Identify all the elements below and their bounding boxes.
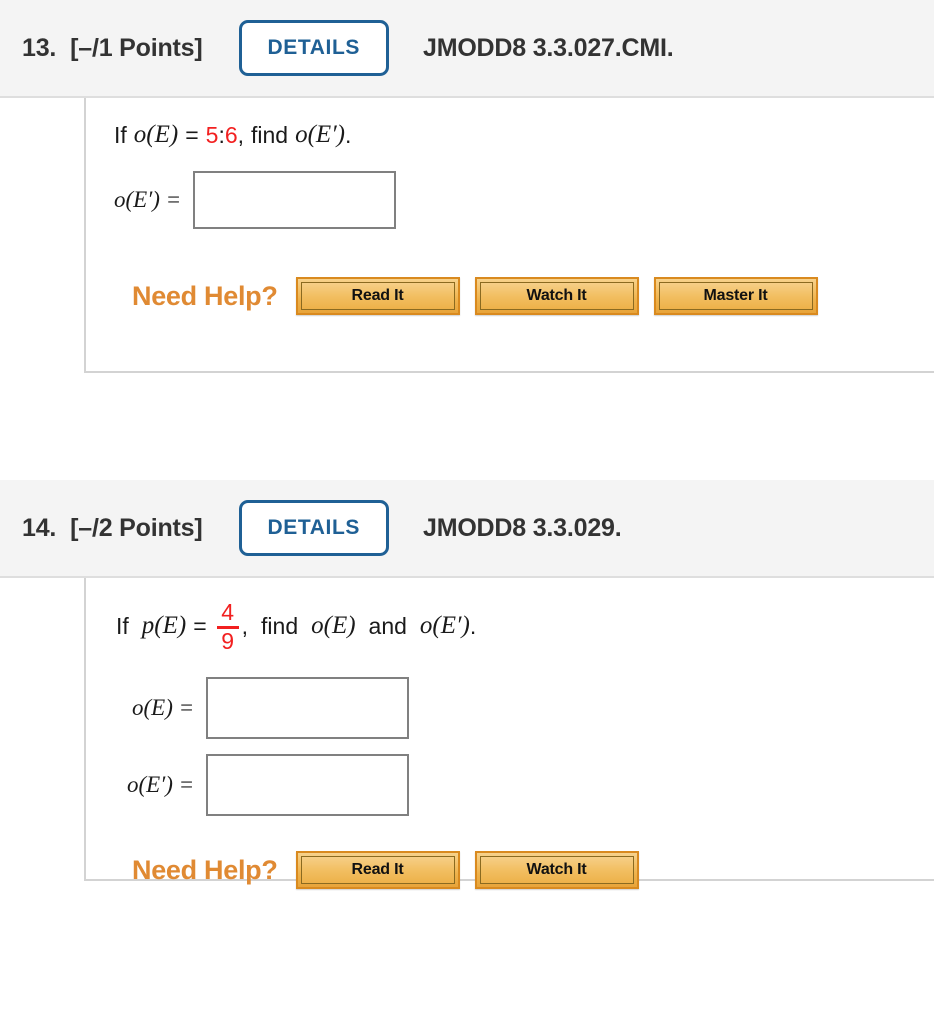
question-points: [–/2 Points] [70,513,203,542]
prompt-find: find [261,612,299,639]
question-code: JMODD8 3.3.029. [422,513,622,542]
answer-input-oe-prime[interactable] [206,754,410,817]
need-help-label: Need Help? [132,280,278,311]
prompt-lead: If [116,612,129,639]
prompt-function: o(E) [133,121,179,148]
read-it-label: Read It [351,861,404,879]
prompt-target-2: o(E′) [419,612,470,640]
answer-label: o(E) = [132,695,195,721]
question-block-13: 13. [–/1 Points] DETAILS JMODD8 3.3.027.… [0,0,934,373]
prompt-find: find [251,121,289,148]
prompt-and: and [368,612,407,639]
prompt-comma: , [237,121,245,148]
prompt-ratio-numerator: 5 [205,121,219,148]
read-it-button[interactable]: Read It [295,277,460,315]
watch-it-button-inner: Watch It [479,856,634,885]
question-body-14: If p(E) = 4 9 , find o(E) and o(E′). o(E… [84,578,934,890]
prompt-period: . [469,612,477,639]
answer-row: o(E) = [132,677,934,740]
question-number: 14. [22,513,57,542]
question-block-14: 14. [–/2 Points] DETAILS JMODD8 3.3.029.… [0,480,934,890]
prompt-ratio-denominator: 6 [224,121,238,148]
prompt-target: o(E′) [295,121,345,148]
master-it-label: Master It [703,287,768,304]
question-separator-gap [0,373,934,480]
answer-input-oe-prime[interactable] [193,171,397,229]
question-number: 13. [22,33,57,62]
prompt-lead: If [114,121,127,148]
master-it-button[interactable]: Master It [653,277,818,315]
answer-row: o(E′) = [114,171,934,229]
details-button[interactable]: DETAILS [238,500,389,556]
prompt-function: p(E) [141,612,187,640]
question-points: [–/1 Points] [70,33,203,62]
watch-it-label: Watch It [526,861,587,879]
need-help-row-13: Need Help? Read It Watch It Master It [132,277,934,315]
question-prompt-13: If o(E) = 5:6, find o(E′). [114,121,934,149]
question-prompt-14: If p(E) = 4 9 , find o(E) and o(E′). [116,600,934,652]
answer-label: o(E′) = [114,187,182,212]
watch-it-button[interactable]: Watch It [474,851,639,890]
question-header-14: 14. [–/2 Points] DETAILS JMODD8 3.3.029. [0,480,934,578]
prompt-period: . [345,121,352,148]
fraction-denominator: 9 [221,627,235,654]
watch-it-button-inner: Watch It [479,282,634,310]
read-it-button[interactable]: Read It [295,851,460,890]
master-it-button-inner: Master It [658,282,813,310]
prompt-comma: , [241,612,249,639]
details-button[interactable]: DETAILS [238,20,389,76]
watch-it-label: Watch It [526,287,587,304]
need-help-label: Need Help? [132,854,278,885]
answer-input-oe[interactable] [206,677,410,740]
question-header-13: 13. [–/1 Points] DETAILS JMODD8 3.3.027.… [0,0,934,98]
prompt-target-1: o(E) [311,612,356,640]
read-it-button-inner: Read It [300,856,455,885]
prompt-equals: = [193,612,207,639]
watch-it-button[interactable]: Watch It [474,277,639,315]
prompt-equals: = [185,121,199,148]
fraction-numerator: 4 [221,599,235,625]
answer-label: o(E′) = [127,772,195,798]
fraction-four-ninths: 4 9 [216,599,239,654]
read-it-label: Read It [351,287,404,304]
question-code: JMODD8 3.3.027.CMI. [422,33,674,62]
read-it-button-inner: Read It [300,282,455,310]
question-body-13: If o(E) = 5:6, find o(E′). o(E′) = Need … [84,98,934,373]
answer-row: o(E′) = [127,754,934,817]
